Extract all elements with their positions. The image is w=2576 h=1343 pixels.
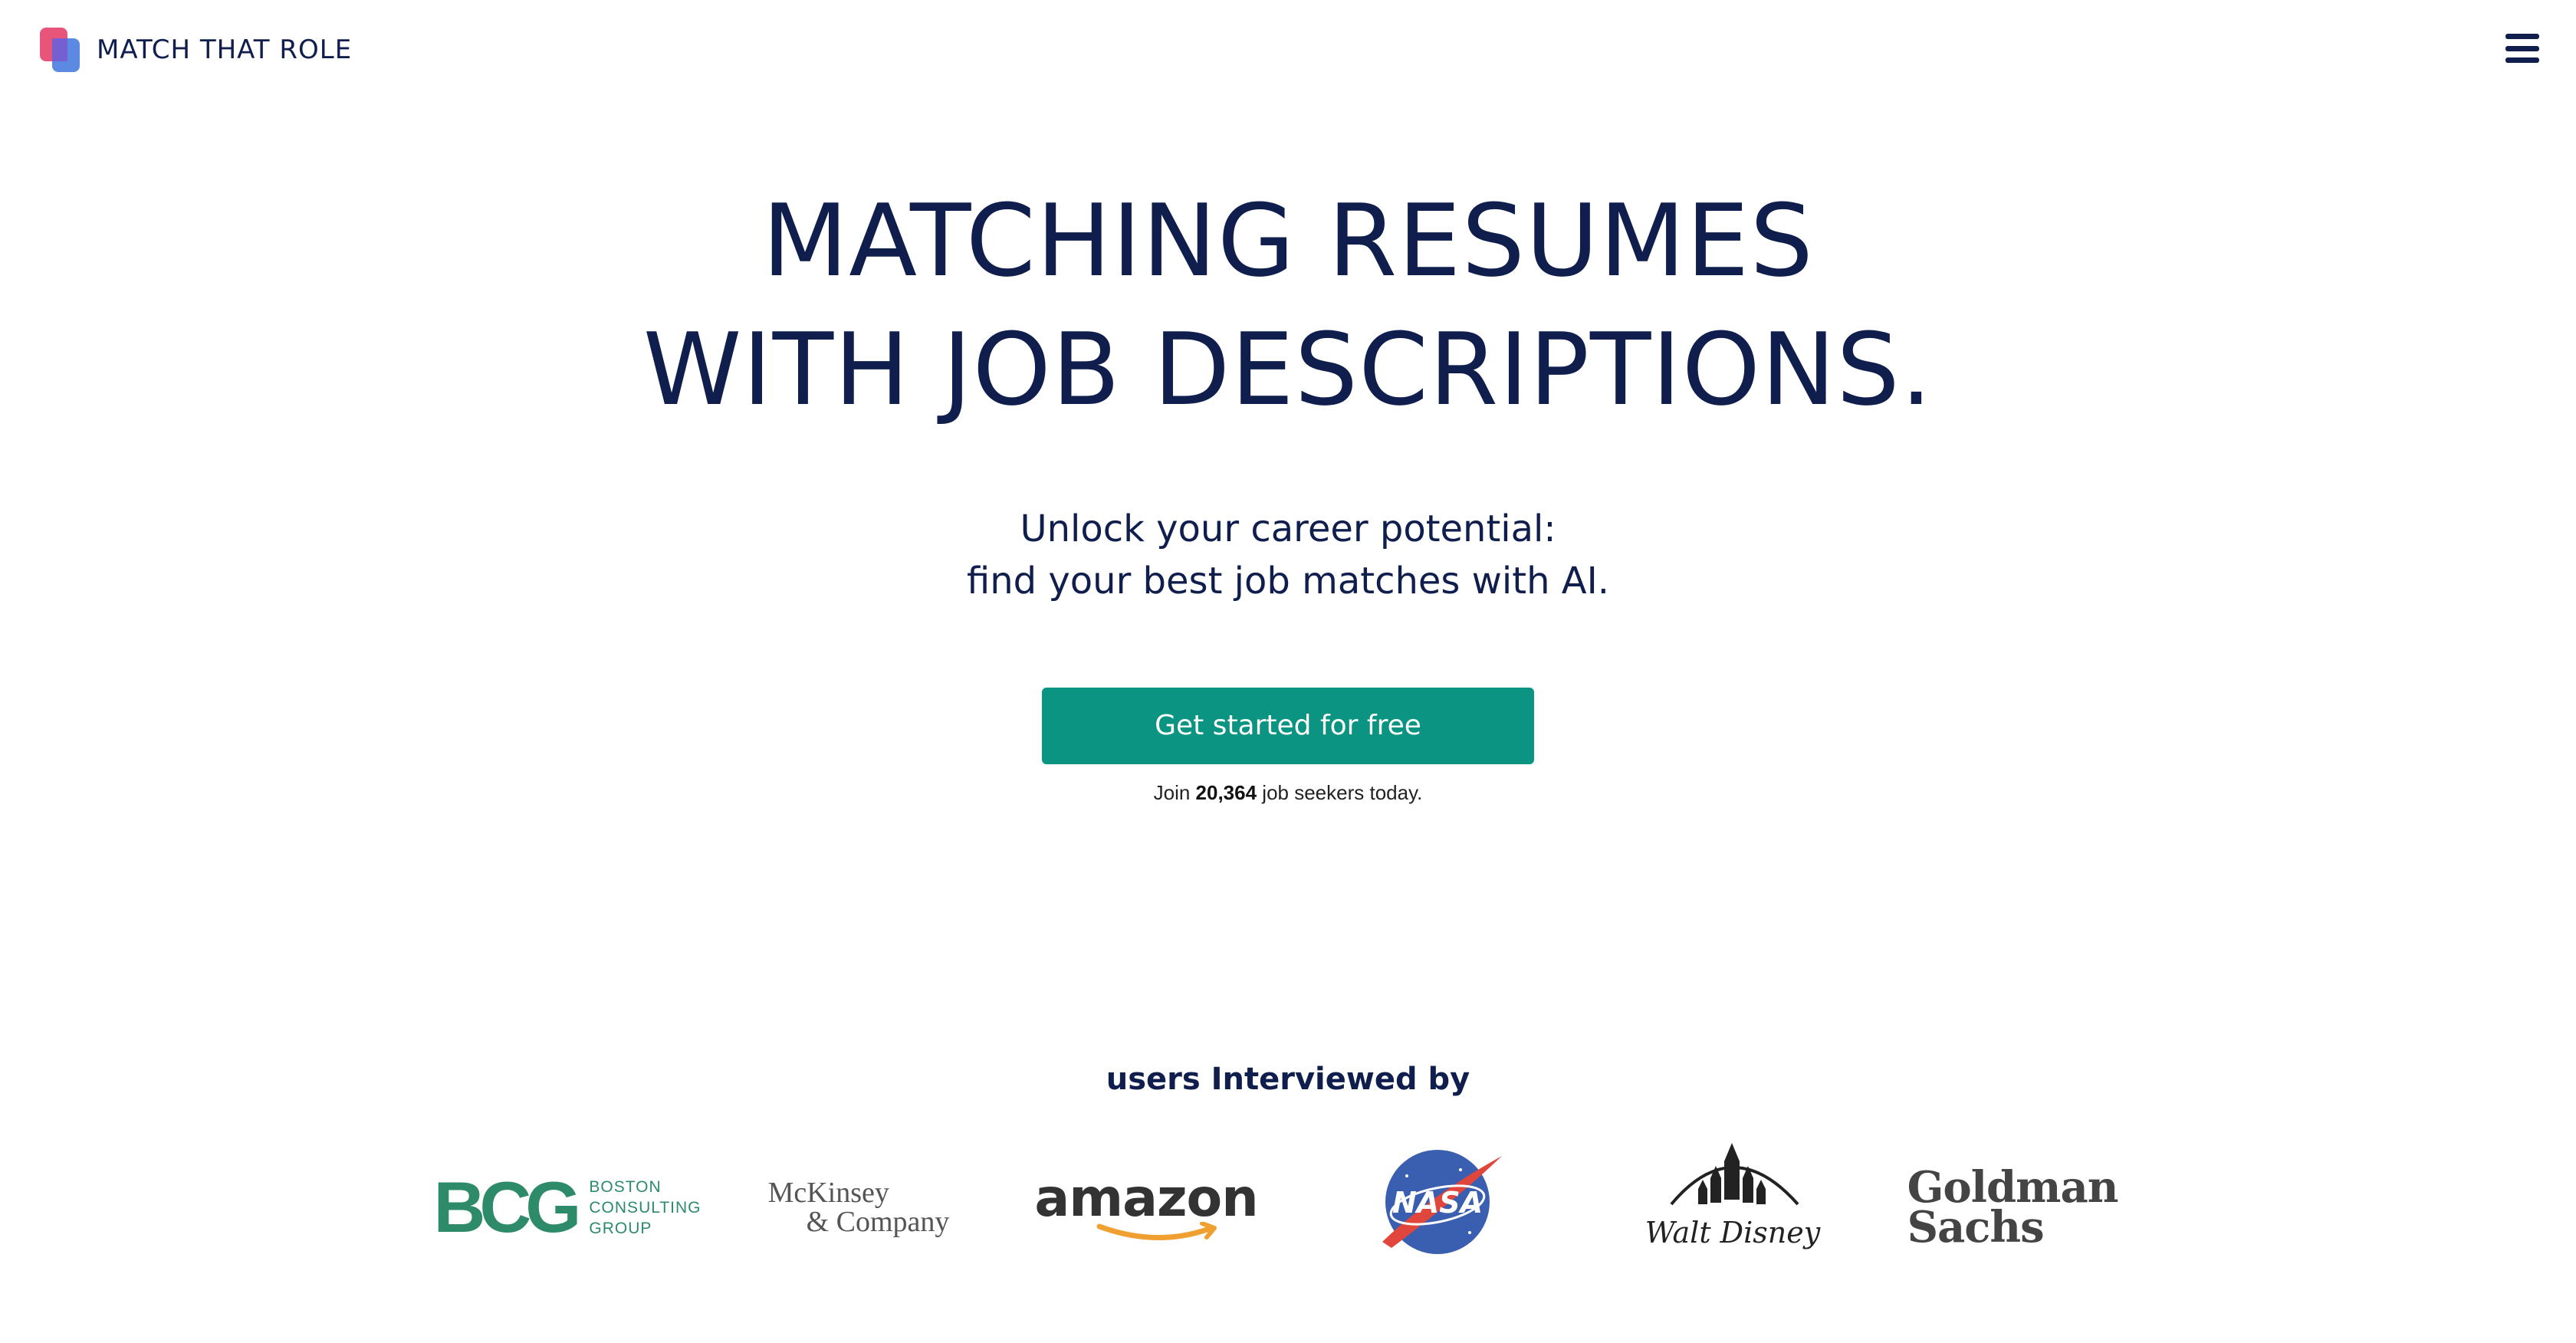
mckinsey-logo-line: & Company xyxy=(806,1206,950,1238)
bcg-logo-mark: BCG xyxy=(433,1167,582,1247)
join-prefix: Join xyxy=(1153,781,1196,804)
brand-name: MATCH THAT ROLE xyxy=(97,34,353,65)
goldman-sachs-logo-line: Sachs xyxy=(1907,1202,2045,1253)
nasa-logo: NASA xyxy=(1372,1138,1510,1261)
amazon-smile-icon xyxy=(1096,1222,1217,1240)
goldman-sachs-logo-text: Goldman Sachs xyxy=(1907,1166,2119,1253)
site-header: MATCH THAT ROLE xyxy=(0,0,2576,107)
job-seekers-count: 20,364 xyxy=(1195,781,1257,804)
disney-logo-text: Walt Disney xyxy=(1645,1216,1821,1249)
walt-disney-logo: Walt Disney xyxy=(1641,1138,1825,1261)
get-started-button[interactable]: Get started for free xyxy=(1042,688,1534,764)
disney-castle-icon: Walt Disney xyxy=(1645,1143,1821,1249)
brand-logo-icon xyxy=(40,28,80,72)
nasa-meatball-icon: NASA xyxy=(1382,1150,1502,1254)
nasa-logo-text: NASA xyxy=(1392,1186,1483,1220)
mckinsey-logo: McKinsey & Company xyxy=(759,1146,958,1269)
interviewed-by-section: users Interviewed by BCG BOSTON CONSULTI… xyxy=(0,1062,2576,1254)
hero-title-line: WITH JOB DESCRIPTIONS. xyxy=(642,311,1934,428)
bcg-logo-line: CONSULTING xyxy=(589,1198,702,1217)
hero-section: MATCHING RESUMES WITH JOB DESCRIPTIONS. … xyxy=(0,176,2576,805)
join-suffix: job seekers today. xyxy=(1257,781,1423,804)
bcg-logo: BCG BOSTON CONSULTING GROUP xyxy=(434,1146,701,1269)
hero-subtitle-line: Unlock your career potential: xyxy=(1020,507,1556,550)
menu-bar xyxy=(2505,45,2539,51)
hero-subtitle-line: find your best job matches with AI. xyxy=(966,560,1610,603)
amazon-logo-text: amazon xyxy=(1034,1168,1258,1229)
menu-bar xyxy=(2505,57,2539,63)
bcg-logo-text: BOSTON CONSULTING GROUP xyxy=(589,1177,701,1239)
menu-bar xyxy=(2505,34,2539,39)
hero-subtitle: Unlock your career potential: find your … xyxy=(0,503,2576,607)
join-count-text: Join 20,364 job seekers today. xyxy=(0,781,2576,805)
brand-logo-link[interactable]: MATCH THAT ROLE xyxy=(38,26,352,74)
company-logo-row: BCG BOSTON CONSULTING GROUP McKinsey & C… xyxy=(0,1138,2576,1292)
bcg-logo-line: GROUP xyxy=(589,1219,652,1237)
mckinsey-logo-text: McKinsey & Company xyxy=(768,1178,950,1236)
landing-page: MATCH THAT ROLE MATCHING RESUMES WITH JO… xyxy=(0,0,2576,1343)
hero-title: MATCHING RESUMES WITH JOB DESCRIPTIONS. xyxy=(0,176,2576,434)
goldman-sachs-logo: Goldman Sachs xyxy=(1907,1146,2119,1269)
mckinsey-logo-line: McKinsey xyxy=(767,1177,889,1209)
bcg-logo-line: BOSTON xyxy=(589,1177,662,1196)
amazon-logo: amazon xyxy=(1034,1146,1259,1269)
interviewed-by-heading: users Interviewed by xyxy=(1106,1062,1470,1097)
hamburger-menu-icon[interactable] xyxy=(2505,34,2539,63)
hero-title-line: MATCHING RESUMES xyxy=(762,182,1814,299)
